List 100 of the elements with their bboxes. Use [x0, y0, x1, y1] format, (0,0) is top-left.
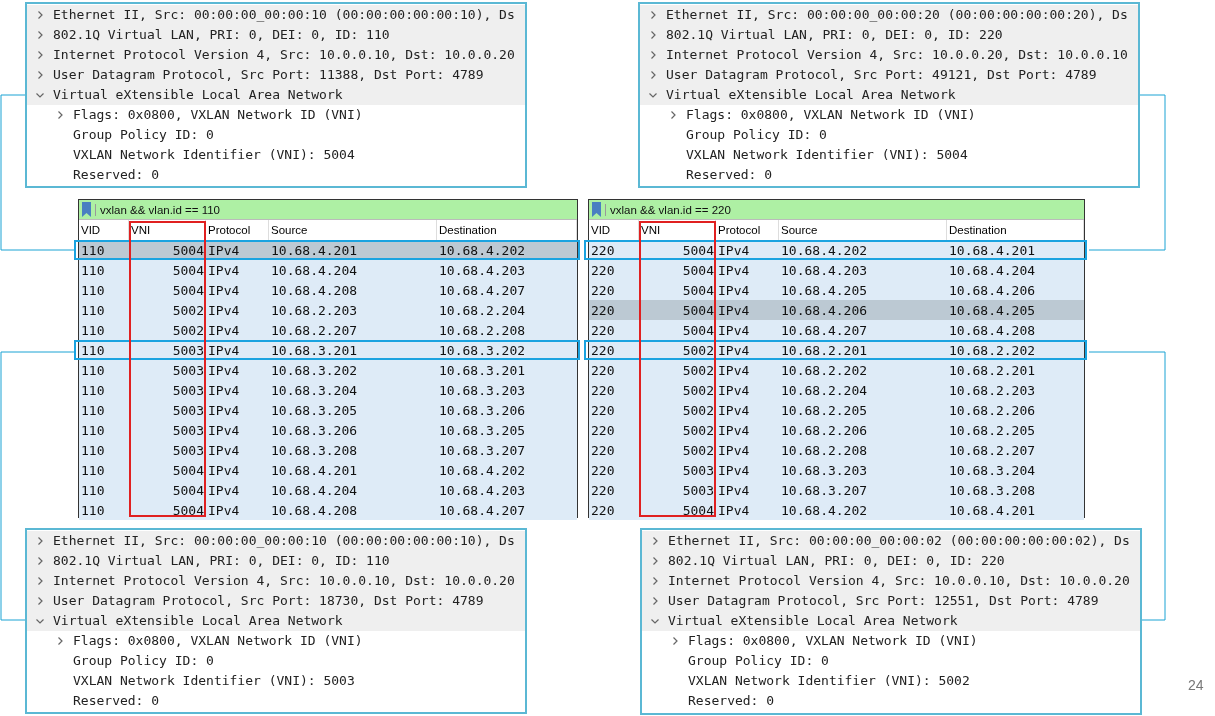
packet-row[interactable]: 110 5003 IPv4 10.68.3.208 10.68.3.207 [79, 440, 577, 460]
bookmark-icon[interactable] [82, 202, 91, 217]
column-header[interactable]: VNI [639, 220, 716, 240]
column-header[interactable]: Protocol [716, 220, 779, 240]
tree-item[interactable]: VXLAN Network Identifier (VNI): 5004 [686, 146, 968, 164]
chevron-right-icon[interactable] [55, 636, 65, 646]
tree-item[interactable]: Group Policy ID: 0 [686, 126, 827, 144]
chevron-right-icon[interactable] [35, 70, 45, 80]
tree-item[interactable]: Group Policy ID: 0 [73, 652, 214, 670]
chevron-down-icon[interactable] [35, 616, 45, 626]
packet-row[interactable]: 110 5002 IPv4 10.68.2.203 10.68.2.204 [79, 300, 577, 320]
chevron-right-icon[interactable] [650, 536, 660, 546]
packet-row[interactable]: 110 5002 IPv4 10.68.2.207 10.68.2.208 [79, 320, 577, 340]
display-filter-field[interactable]: vxlan && vlan.id == 220 [589, 200, 1084, 220]
packet-row[interactable]: 110 5003 IPv4 10.68.3.202 10.68.3.201 [79, 360, 577, 380]
table-cell-text: 5002 [681, 442, 715, 458]
tree-item[interactable]: Reserved: 0 [73, 166, 160, 184]
chevron-right-icon[interactable] [648, 10, 658, 20]
tree-item[interactable]: Flags: 0x0800, VXLAN Network ID (VNI) [73, 106, 363, 124]
table-cell-text: 10.68.2.206 [948, 402, 1037, 418]
column-header[interactable]: Destination [947, 220, 1084, 240]
chevron-right-icon[interactable] [55, 110, 65, 120]
packet-row[interactable]: 110 5004 IPv4 10.68.4.208 10.68.4.207 [79, 500, 577, 520]
table-cell-text: 10.68.4.204 [270, 262, 359, 278]
column-header[interactable]: Source [779, 220, 947, 240]
tree-item[interactable]: VXLAN Network Identifier (VNI): 5004 [73, 146, 355, 164]
table-cell-text: 10.68.2.208 [780, 442, 869, 458]
chevron-right-icon[interactable] [648, 50, 658, 60]
table-cell-text: 5004 [171, 262, 205, 278]
tree-item[interactable]: VXLAN Network Identifier (VNI): 5003 [73, 672, 355, 690]
column-header[interactable]: Destination [437, 220, 577, 240]
packet-row[interactable]: 220 5004 IPv4 10.68.4.202 10.68.4.201 [589, 500, 1084, 520]
tree-item[interactable]: Flags: 0x0800, VXLAN Network ID (VNI) [686, 106, 976, 124]
chevron-right-icon[interactable] [35, 596, 45, 606]
packet-row[interactable]: 110 5004 IPv4 10.68.4.201 10.68.4.202 [79, 460, 577, 480]
column-header[interactable]: Source [269, 220, 437, 240]
table-cell-text: 110 [80, 322, 106, 338]
packet-row[interactable]: 220 5004 IPv4 10.68.4.206 10.68.4.205 [589, 300, 1084, 320]
tree-item[interactable]: VXLAN Network Identifier (VNI): 5002 [688, 672, 970, 690]
table-cell-text: 10.68.4.202 [780, 502, 869, 518]
packet-row[interactable]: 110 5004 IPv4 10.68.4.204 10.68.4.203 [79, 480, 577, 500]
table-cell-text: IPv4 [717, 502, 751, 518]
table-cell-text: 5004 [171, 462, 205, 478]
packet-row[interactable]: 220 5002 IPv4 10.68.2.205 10.68.2.206 [589, 400, 1084, 420]
packet-row[interactable]: 110 5003 IPv4 10.68.3.201 10.68.3.202 [79, 340, 577, 360]
packet-row[interactable]: 220 5004 IPv4 10.68.4.203 10.68.4.204 [589, 260, 1084, 280]
chevron-right-icon[interactable] [35, 576, 45, 586]
bookmark-icon[interactable] [592, 202, 601, 217]
packet-row[interactable]: 220 5002 IPv4 10.68.2.204 10.68.2.203 [589, 380, 1084, 400]
tree-item[interactable]: Group Policy ID: 0 [73, 126, 214, 144]
chevron-right-icon[interactable] [650, 596, 660, 606]
chevron-right-icon[interactable] [670, 636, 680, 646]
packet-row[interactable]: 220 5004 IPv4 10.68.4.207 10.68.4.208 [589, 320, 1084, 340]
table-cell-text: 5003 [171, 422, 205, 438]
packet-row[interactable]: 220 5002 IPv4 10.68.2.208 10.68.2.207 [589, 440, 1084, 460]
chevron-right-icon[interactable] [35, 10, 45, 20]
packet-row[interactable]: 110 5003 IPv4 10.68.3.205 10.68.3.206 [79, 400, 577, 420]
table-cell-text: 5004 [171, 242, 205, 258]
chevron-right-icon[interactable] [650, 576, 660, 586]
tree-item[interactable]: Reserved: 0 [73, 692, 160, 710]
display-filter-field[interactable]: vxlan && vlan.id == 110 [79, 200, 577, 220]
chevron-down-icon[interactable] [648, 90, 658, 100]
packet-row[interactable]: 220 5003 IPv4 10.68.3.207 10.68.3.208 [589, 480, 1084, 500]
chevron-right-icon[interactable] [668, 110, 678, 120]
packet-row[interactable]: 220 5004 IPv4 10.68.4.205 10.68.4.206 [589, 280, 1084, 300]
packet-row[interactable]: 220 5003 IPv4 10.68.3.203 10.68.3.204 [589, 460, 1084, 480]
column-header[interactable]: Protocol [206, 220, 269, 240]
tree-item[interactable]: Flags: 0x0800, VXLAN Network ID (VNI) [688, 632, 978, 650]
column-header[interactable]: VID [79, 220, 129, 240]
tree-item[interactable]: Flags: 0x0800, VXLAN Network ID (VNI) [73, 632, 363, 650]
packet-row[interactable]: 110 5003 IPv4 10.68.3.206 10.68.3.205 [79, 420, 577, 440]
tree-item[interactable]: Group Policy ID: 0 [688, 652, 829, 670]
column-header[interactable]: VNI [129, 220, 206, 240]
chevron-down-icon[interactable] [650, 616, 660, 626]
table-cell-text: 220 [590, 502, 616, 518]
chevron-right-icon[interactable] [35, 556, 45, 566]
chevron-down-icon[interactable] [35, 90, 45, 100]
column-header[interactable]: VID [589, 220, 639, 240]
packet-row[interactable]: 110 5003 IPv4 10.68.3.204 10.68.3.203 [79, 380, 577, 400]
table-cell-text: 5003 [171, 402, 205, 418]
packet-row[interactable]: 110 5004 IPv4 10.68.4.204 10.68.4.203 [79, 260, 577, 280]
table-cell-text: 5003 [171, 382, 205, 398]
table-cell-text: IPv4 [717, 302, 751, 318]
packet-row[interactable]: 220 5002 IPv4 10.68.2.202 10.68.2.201 [589, 360, 1084, 380]
chevron-right-icon[interactable] [648, 30, 658, 40]
chevron-right-icon[interactable] [35, 536, 45, 546]
chevron-right-icon[interactable] [35, 30, 45, 40]
table-cell-text: IPv4 [717, 462, 751, 478]
tree-item[interactable]: Reserved: 0 [688, 692, 775, 710]
chevron-right-icon[interactable] [35, 50, 45, 60]
packet-row[interactable]: 220 5004 IPv4 10.68.4.202 10.68.4.201 [589, 240, 1084, 260]
table-cell-text: IPv4 [207, 442, 241, 458]
tree-item[interactable]: Reserved: 0 [686, 166, 773, 184]
packet-row[interactable]: 220 5002 IPv4 10.68.2.206 10.68.2.205 [589, 420, 1084, 440]
table-cell-text: 10.68.4.207 [438, 282, 527, 298]
table-cell-text: 10.68.2.205 [948, 422, 1037, 438]
chevron-right-icon[interactable] [650, 556, 660, 566]
packet-row[interactable]: 110 5004 IPv4 10.68.4.208 10.68.4.207 [79, 280, 577, 300]
packet-row[interactable]: 220 5002 IPv4 10.68.2.201 10.68.2.202 [589, 340, 1084, 360]
chevron-right-icon[interactable] [648, 70, 658, 80]
